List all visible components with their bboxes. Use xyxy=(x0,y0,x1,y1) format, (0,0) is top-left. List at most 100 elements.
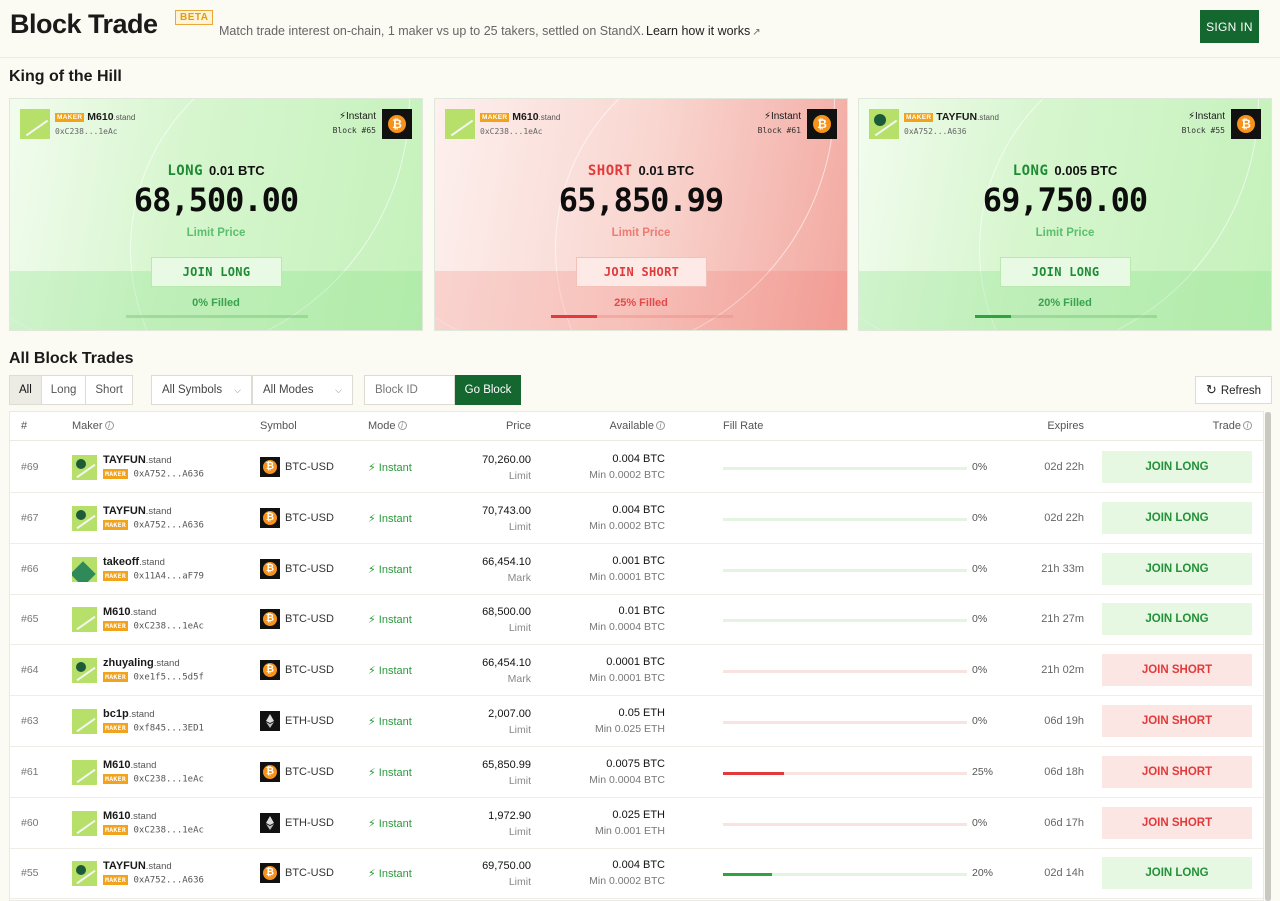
filter-all[interactable]: All xyxy=(10,376,42,404)
table-row[interactable]: #55 TAYFUN.stand MAKER 0xA752...A636 ₿ B… xyxy=(10,848,1263,900)
join-button[interactable]: JOIN SHORT xyxy=(576,257,707,287)
maker-name-text: zhuyaling xyxy=(103,657,154,670)
price-type: Mark xyxy=(507,571,531,584)
row-number: #67 xyxy=(21,511,39,524)
maker-name[interactable]: TAYFUN.stand xyxy=(103,860,172,872)
col-expires: Expires xyxy=(1047,420,1084,432)
table-scrollbar[interactable] xyxy=(1265,412,1271,901)
table-row[interactable]: #63 bc1p.stand MAKER 0xf845...3ED1 ETH-U… xyxy=(10,696,1263,747)
lightning-icon: ⚡︎ xyxy=(763,111,771,122)
price-type: Limit xyxy=(508,470,531,482)
lightning-icon: ⚡︎ xyxy=(368,665,376,678)
available-amount: 0.001 BTC xyxy=(612,554,665,567)
table-row[interactable]: #64 zhuyaling.stand MAKER 0xe1f5...5d5f … xyxy=(10,645,1263,697)
minimum-amount: Min 0.0001 BTC xyxy=(589,570,665,583)
expires: 21h 02m xyxy=(1041,664,1084,677)
expires: 06d 17h xyxy=(1044,816,1084,829)
row-number: #63 xyxy=(21,715,39,727)
filter-short[interactable]: Short xyxy=(86,376,132,404)
join-short-button[interactable]: JOIN SHORT xyxy=(1102,654,1252,687)
available-amount: 0.004 BTC xyxy=(612,859,665,872)
maker-name[interactable]: bc1p.stand xyxy=(103,708,155,720)
join-short-button[interactable]: JOIN SHORT xyxy=(1102,705,1252,737)
info-icon: i xyxy=(397,421,407,430)
price: 2,007.00 xyxy=(488,708,531,720)
price-type: Limit xyxy=(508,876,531,889)
table-row[interactable]: #60 M610.stand MAKER 0xC238...1eAc ETH-U… xyxy=(10,798,1263,849)
join-short-button[interactable]: JOIN SHORT xyxy=(1102,806,1252,839)
bitcoin-icon: ₿ xyxy=(807,109,837,139)
all-block-trades-title: All Block Trades xyxy=(9,350,134,367)
maker-address-text: 0xA752...A636 xyxy=(133,469,204,480)
scrollbar-thumb[interactable] xyxy=(1265,412,1271,901)
minimum-amount: Min 0.0002 BTC xyxy=(589,519,665,532)
maker-address-text: 0xf845...3ED1 xyxy=(133,723,204,734)
maker-badge: MAKER xyxy=(904,112,934,122)
row-number: #69 xyxy=(21,461,39,473)
fill-rate-bar xyxy=(723,721,967,724)
price-type: Limit xyxy=(508,622,531,635)
page-subtitle: Match trade interest on-chain, 1 maker v… xyxy=(219,24,645,38)
go-block-button[interactable]: Go Block xyxy=(455,375,521,405)
mode: ⚡︎ Instant xyxy=(368,664,412,677)
maker-name[interactable]: TAYFUN.stand xyxy=(103,454,172,466)
col-maker: Maker i xyxy=(72,420,114,432)
maker-suffix: .stand xyxy=(153,658,180,670)
maker-name[interactable]: M610.stand xyxy=(103,606,156,618)
join-long-button[interactable]: JOIN LONG xyxy=(1102,501,1252,534)
fill-rate-progress xyxy=(723,873,772,877)
lightning-icon: ⚡︎ xyxy=(368,462,376,474)
join-long-button[interactable]: JOIN LONG xyxy=(1102,552,1252,585)
bitcoin-icon: ₿ xyxy=(1231,109,1261,139)
maker-name[interactable]: M610.stand xyxy=(103,810,156,822)
info-icon: i xyxy=(1243,421,1252,430)
maker-name[interactable]: TAYFUN.stand xyxy=(103,505,172,517)
symbol: BTC-USD xyxy=(285,562,334,575)
symbol: BTC-USD xyxy=(285,613,334,626)
join-short-button[interactable]: JOIN SHORT xyxy=(1102,755,1252,788)
side-quantity: 0.01 BTC xyxy=(638,163,695,178)
maker-name-text: M610 xyxy=(103,809,131,822)
maker-badge: MAKER xyxy=(103,469,129,479)
lightning-icon: ⚡︎ xyxy=(1187,111,1195,122)
table-row[interactable]: #67 TAYFUN.stand MAKER 0xA752...A636 ₿ B… xyxy=(10,493,1263,544)
price: 68,500.00 xyxy=(482,606,531,619)
side-line: LONG 0.005 BTC xyxy=(859,163,1271,179)
modes-dropdown[interactable]: All Modes ⌵ xyxy=(252,375,353,405)
bitcoin-icon: ₿ xyxy=(260,609,280,630)
col-trade: Trade i xyxy=(1170,420,1252,432)
join-long-button[interactable]: JOIN LONG xyxy=(1102,451,1252,483)
maker-suffix: .stand xyxy=(145,455,172,466)
table-row[interactable]: #65 M610.stand MAKER 0xC238...1eAc ₿ BTC… xyxy=(10,594,1263,646)
sign-in-button[interactable]: SIGN IN xyxy=(1200,10,1259,43)
join-long-button[interactable]: JOIN LONG xyxy=(1102,603,1252,636)
block-id-input[interactable] xyxy=(364,375,455,405)
join-button[interactable]: JOIN LONG xyxy=(1000,257,1131,287)
block-trades-table: # Maker i Symbol Mode i Price Available i F… xyxy=(9,411,1264,901)
maker-name[interactable]: takeoff.stand xyxy=(103,556,165,568)
table-row[interactable]: #69 TAYFUN.stand MAKER 0xA752...A636 ₿ B… xyxy=(10,442,1263,493)
maker-badge: MAKER xyxy=(103,875,129,886)
row-number: #66 xyxy=(21,562,39,575)
symbol: ETH-USD xyxy=(285,715,334,727)
expires: 02d 22h xyxy=(1044,461,1084,473)
refresh-button[interactable]: ↻ Refresh xyxy=(1195,376,1272,404)
maker-name[interactable]: M610.stand xyxy=(103,759,156,771)
table-row[interactable]: #66 takeoff.stand MAKER 0x11A4...aF79 ₿ … xyxy=(10,544,1263,595)
join-button[interactable]: JOIN LONG xyxy=(151,257,282,287)
maker-badge: MAKER xyxy=(103,672,129,683)
info-icon: i xyxy=(656,421,665,430)
row-number: #64 xyxy=(21,664,39,677)
join-long-button[interactable]: JOIN LONG xyxy=(1102,857,1252,890)
filter-long[interactable]: Long xyxy=(42,376,87,404)
minimum-amount: Min 0.0004 BTC xyxy=(589,773,665,786)
maker-name[interactable]: zhuyaling.stand xyxy=(103,657,180,669)
maker-suffix: .stand xyxy=(139,556,165,568)
fill-rate-percent: 20% xyxy=(972,867,994,880)
maker-name-text: M610 xyxy=(103,606,131,619)
learn-how-link[interactable]: Learn how it works ↗ xyxy=(646,24,761,38)
minimum-amount: Min 0.025 ETH xyxy=(594,723,665,735)
symbols-dropdown[interactable]: All Symbols ⌵ xyxy=(151,375,252,405)
learn-how-label: Learn how it works xyxy=(646,24,751,38)
table-row[interactable]: #61 M610.stand MAKER 0xC238...1eAc ₿ BTC… xyxy=(10,747,1263,798)
